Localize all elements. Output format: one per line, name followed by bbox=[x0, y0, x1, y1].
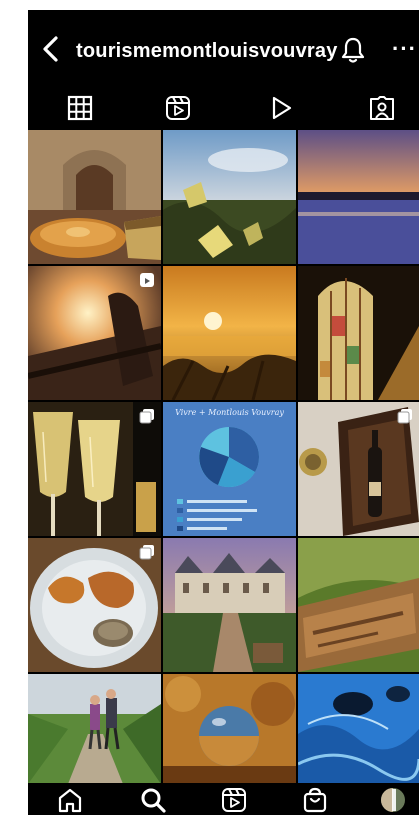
reels-icon bbox=[222, 788, 246, 812]
nav-reels[interactable] bbox=[219, 785, 249, 815]
carousel-icon bbox=[139, 545, 154, 560]
profile-tabs bbox=[28, 88, 419, 128]
tab-tagged[interactable] bbox=[368, 94, 396, 122]
home-icon bbox=[58, 788, 82, 813]
post-boat-sunset[interactable] bbox=[28, 266, 161, 400]
post-thumbnail bbox=[163, 266, 296, 400]
nav-shop[interactable] bbox=[300, 785, 330, 815]
post-thumbnail bbox=[163, 130, 296, 264]
shopping-bag-icon bbox=[303, 787, 327, 813]
nav-home[interactable] bbox=[55, 785, 85, 815]
post-vineyard-sky[interactable] bbox=[163, 130, 296, 264]
profile-username: tourismemontlouisvouvray bbox=[76, 40, 338, 62]
post-thumbnail bbox=[163, 538, 296, 672]
post-champagne-glasses[interactable] bbox=[28, 402, 161, 536]
nav-profile[interactable] bbox=[378, 785, 408, 815]
post-thumbnail bbox=[298, 674, 419, 784]
tagged-person-icon bbox=[370, 96, 394, 120]
chevron-left-icon[interactable] bbox=[36, 34, 66, 64]
post-hikers-vineyard[interactable] bbox=[28, 674, 161, 784]
nav-search[interactable] bbox=[138, 785, 168, 815]
post-chateau-garden[interactable] bbox=[163, 538, 296, 672]
post-thumbnail bbox=[298, 266, 419, 400]
tab-reels[interactable] bbox=[164, 94, 192, 122]
post-misty-sunrise[interactable] bbox=[163, 266, 296, 400]
post-thumbnail bbox=[298, 130, 419, 264]
post-thumbnail bbox=[28, 130, 161, 264]
post-wine-box[interactable] bbox=[298, 402, 419, 536]
post-river-sunset[interactable] bbox=[298, 130, 419, 264]
post-church-and-tart[interactable] bbox=[28, 130, 161, 264]
tab-videos[interactable] bbox=[267, 94, 295, 122]
tab-grid[interactable] bbox=[66, 94, 94, 122]
reels-icon bbox=[166, 96, 190, 120]
post-crystal-ball[interactable] bbox=[163, 674, 296, 784]
grid-icon bbox=[67, 95, 93, 121]
more-icon[interactable]: ··· bbox=[392, 38, 417, 60]
search-icon bbox=[141, 788, 166, 813]
phone-screen: tourismemontlouisvouvray ··· Vivre + Mon… bbox=[28, 10, 419, 815]
carousel-icon bbox=[397, 409, 412, 424]
infographic-title: Vivre + Montlouis Vouvray bbox=[175, 408, 284, 417]
post-blue-water-abstract[interactable] bbox=[298, 674, 419, 784]
post-thumbnail bbox=[163, 402, 296, 536]
avatar bbox=[381, 788, 405, 812]
post-infographic[interactable]: Vivre + Montlouis Vouvray bbox=[163, 402, 296, 536]
bottom-navigation bbox=[28, 783, 419, 815]
post-thumbnail bbox=[28, 674, 161, 784]
post-wooden-sign[interactable] bbox=[298, 538, 419, 672]
profile-header: tourismemontlouisvouvray ··· bbox=[28, 10, 419, 88]
play-icon bbox=[272, 96, 292, 120]
post-stained-glass[interactable] bbox=[298, 266, 419, 400]
post-thumbnail bbox=[298, 538, 419, 672]
post-plated-dish[interactable] bbox=[28, 538, 161, 672]
carousel-icon bbox=[139, 409, 154, 424]
bell-icon[interactable] bbox=[340, 36, 366, 64]
post-thumbnail bbox=[163, 674, 296, 784]
reels-icon bbox=[140, 273, 154, 287]
